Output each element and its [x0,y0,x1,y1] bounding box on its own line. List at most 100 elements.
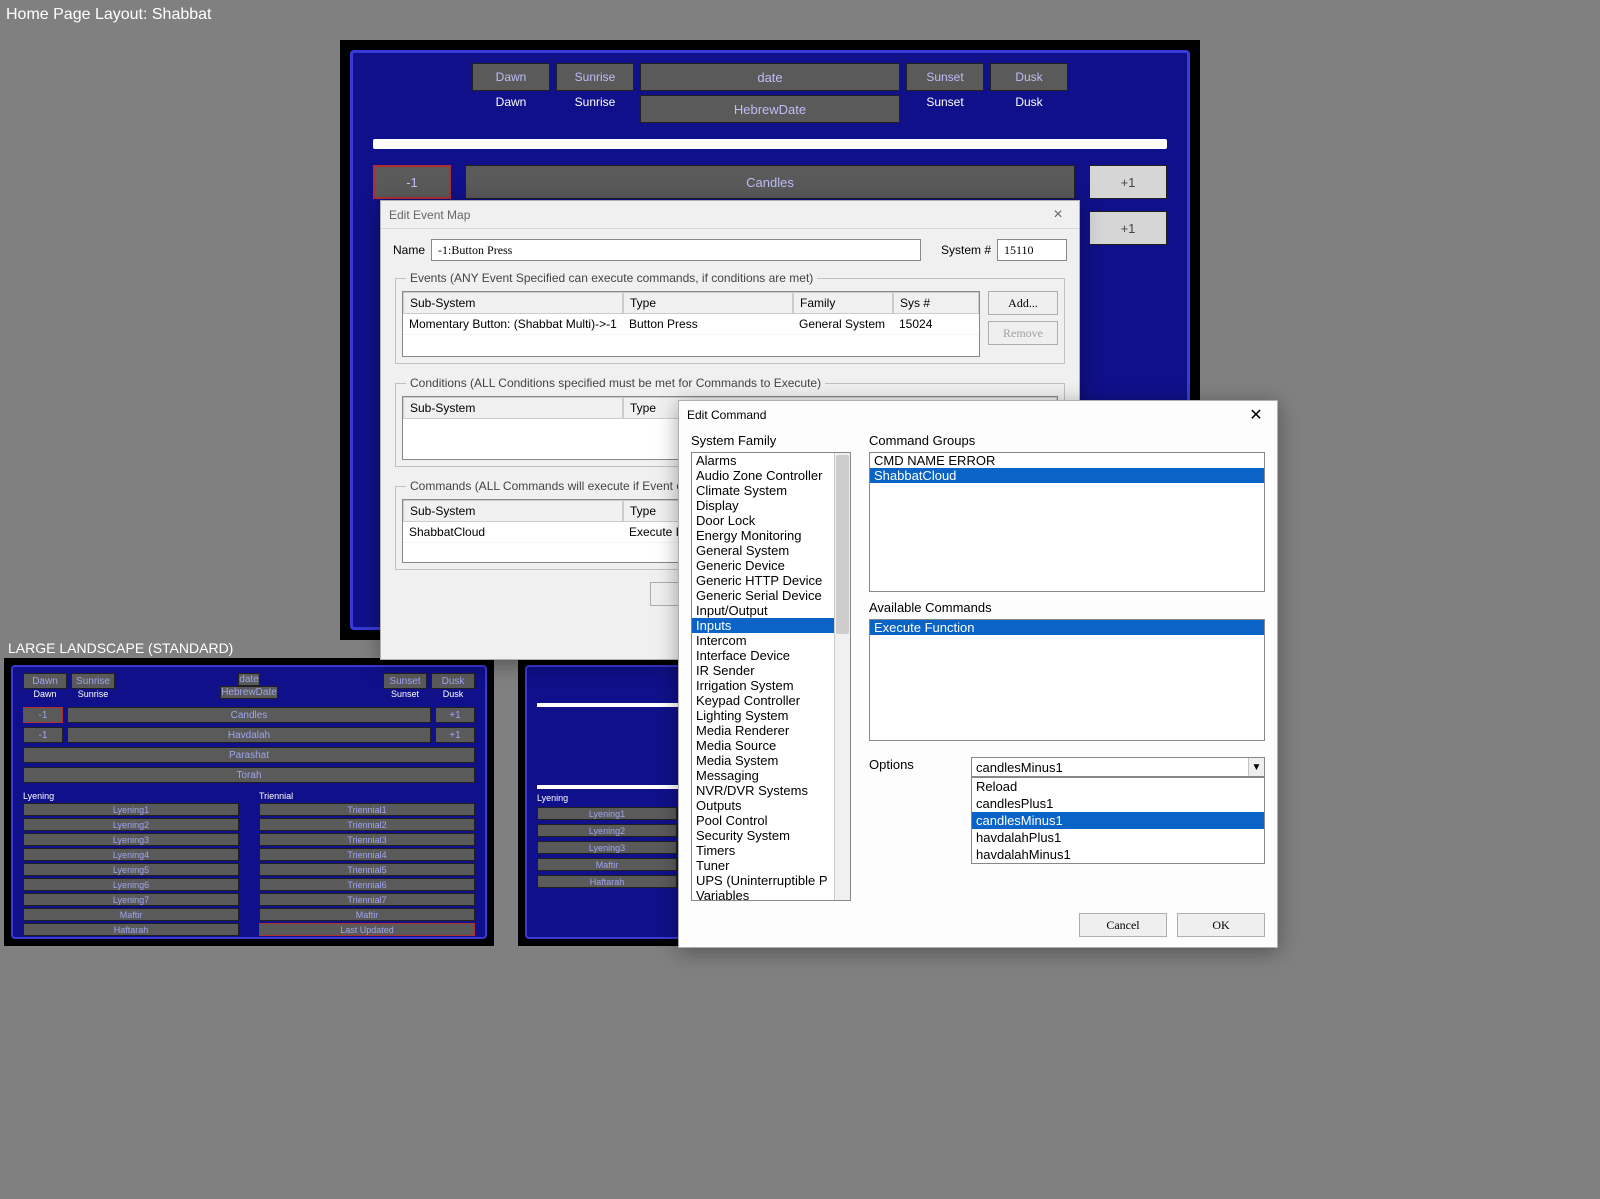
candles-plus-button[interactable]: +1 [1089,165,1167,199]
sm-torah[interactable]: Torah [23,767,475,783]
command-groups-list[interactable]: CMD NAME ERRORShabbatCloud [869,452,1265,592]
list-item[interactable]: Display [692,498,850,513]
list-item[interactable]: Media Source [692,738,850,753]
date-button[interactable]: date [640,63,900,91]
list-item[interactable]: Climate System [692,483,850,498]
list-item[interactable]: Pool Control [692,813,850,828]
list-item[interactable]: Intercom [692,633,850,648]
list-item[interactable]: Tuner [692,858,850,873]
sm-minus-2[interactable]: -1 [23,727,63,743]
smb-l3[interactable]: Lyening3 [537,841,677,854]
sm-l4[interactable]: Lyening4 [23,848,239,861]
dropdown-option[interactable]: Reload [972,778,1264,795]
sm-l3[interactable]: Lyening3 [23,833,239,846]
sm-r2[interactable]: Triennial2 [259,818,475,831]
list-item[interactable]: Generic Device [692,558,850,573]
eem-name-input[interactable] [431,239,921,261]
chevron-down-icon[interactable]: ▼ [1248,758,1264,776]
smb-l4[interactable]: Maftir [537,858,677,871]
sm-r1[interactable]: Triennial1 [259,803,475,816]
sm-r3[interactable]: Triennial3 [259,833,475,846]
sm-sunset[interactable]: Sunset [383,673,427,689]
eem-titlebar[interactable]: Edit Event Map × [381,201,1079,229]
eem-remove-button[interactable]: Remove [988,321,1058,345]
sm-l8[interactable]: Maftir [23,908,239,921]
list-item[interactable]: Execute Function [870,620,1264,635]
list-item[interactable]: Variables [692,888,850,901]
sm-r8[interactable]: Maftir [259,908,475,921]
list-item[interactable]: Generic HTTP Device [692,573,850,588]
list-item[interactable]: Alarms [692,453,850,468]
list-item[interactable]: Generic Serial Device [692,588,850,603]
sm-dusk[interactable]: Dusk [431,673,475,689]
list-item[interactable]: IR Sender [692,663,850,678]
sm-plus-2[interactable]: +1 [435,727,475,743]
smb-l1[interactable]: Lyening1 [537,807,677,820]
list-item[interactable]: ShabbatCloud [870,468,1264,483]
family-scrollbar[interactable] [834,453,850,900]
time-sunrise-button[interactable]: Sunrise [556,63,634,91]
list-item[interactable]: General System [692,543,850,558]
list-item[interactable]: Interface Device [692,648,850,663]
sm-dawn[interactable]: Dawn [23,673,67,689]
hebrew-date-button[interactable]: HebrewDate [640,95,900,123]
dropdown-option[interactable]: havdalahMinus1 [972,846,1264,863]
sm-candles[interactable]: Candles [67,707,431,723]
sm-plus-1[interactable]: +1 [435,707,475,723]
list-item[interactable]: Energy Monitoring [692,528,850,543]
list-item[interactable]: Security System [692,828,850,843]
dropdown-option[interactable]: candlesPlus1 [972,795,1264,812]
smb-l5[interactable]: Haftarah [537,875,677,888]
time-dusk-button[interactable]: Dusk [990,63,1068,91]
dropdown-option[interactable]: candlesMinus1 [972,812,1264,829]
options-dropdown[interactable]: candlesMinus1 ▼ ReloadcandlesPlus1candle… [971,757,1265,777]
eem-events-grid[interactable]: Sub-System Type Family Sys # Momentary B… [402,291,980,357]
sm-l2[interactable]: Lyening2 [23,818,239,831]
sm-r9[interactable]: Last Updated [259,923,475,936]
sm-havdalah[interactable]: Havdalah [67,727,431,743]
ec-cancel-button[interactable]: Cancel [1079,913,1167,937]
col-family[interactable]: Family [793,292,893,314]
list-item[interactable]: Keypad Controller [692,693,850,708]
col-subsystem[interactable]: Sub-System [403,292,623,314]
candles-minus-button[interactable]: -1 [373,165,451,199]
sm-l7[interactable]: Lyening7 [23,893,239,906]
list-item[interactable]: Lighting System [692,708,850,723]
cond-col-sub[interactable]: Sub-System [403,397,623,419]
list-item[interactable]: Audio Zone Controller [692,468,850,483]
smb-l2[interactable]: Lyening2 [537,824,677,837]
sm-l9[interactable]: Haftarah [23,923,239,936]
list-item[interactable]: Timers [692,843,850,858]
col-sys[interactable]: Sys # [893,292,979,314]
col-type[interactable]: Type [623,292,793,314]
sm-r4[interactable]: Triennial4 [259,848,475,861]
list-item[interactable]: NVR/DVR Systems [692,783,850,798]
sm-r5[interactable]: Triennial5 [259,863,475,876]
cmd-col-sub[interactable]: Sub-System [403,500,623,522]
sm-l5[interactable]: Lyening5 [23,863,239,876]
sm-hebrew[interactable]: HebrewDate [220,686,278,699]
eem-close-button[interactable]: × [1045,204,1071,226]
dropdown-option[interactable]: havdalahPlus1 [972,829,1264,846]
list-item[interactable]: Door Lock [692,513,850,528]
ec-close-button[interactable]: ✕ [1243,404,1269,426]
list-item[interactable]: Outputs [692,798,850,813]
eem-system-input[interactable] [997,239,1067,261]
available-commands-list[interactable]: Execute Function [869,619,1265,741]
row2-plus-button[interactable]: +1 [1089,211,1167,245]
time-sunset-button[interactable]: Sunset [906,63,984,91]
list-item[interactable]: Messaging [692,768,850,783]
list-item[interactable]: Media System [692,753,850,768]
system-family-list[interactable]: AlarmsAudio Zone ControllerClimate Syste… [691,452,851,901]
time-dawn-button[interactable]: Dawn [472,63,550,91]
list-item[interactable]: Irrigation System [692,678,850,693]
list-item[interactable]: UPS (Uninterruptible P [692,873,850,888]
list-item[interactable]: Media Renderer [692,723,850,738]
candles-button[interactable]: Candles [465,165,1075,199]
ec-ok-button[interactable]: OK [1177,913,1265,937]
sm-r7[interactable]: Triennial7 [259,893,475,906]
options-dropdown-list[interactable]: ReloadcandlesPlus1candlesMinus1havdalahP… [971,777,1265,864]
sm-date[interactable]: date [238,673,259,686]
eem-add-button[interactable]: Add... [988,291,1058,315]
sm-sunrise[interactable]: Sunrise [71,673,115,689]
